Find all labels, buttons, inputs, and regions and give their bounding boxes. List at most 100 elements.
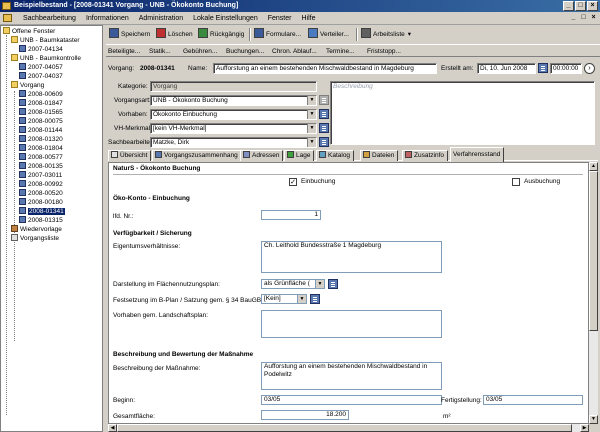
menu-informationen[interactable]: Informationen [81, 12, 134, 25]
buchungen-button[interactable]: Buchungen... [226, 46, 264, 57]
vorhaben-landschaftsplan-field[interactable] [261, 310, 442, 338]
vorgangsart-select[interactable]: UNB - Ökokonto Buchung ▼ [150, 95, 317, 106]
calendar-icon[interactable] [538, 63, 548, 73]
horizontal-scrollbar[interactable]: ◀ ▶ [108, 424, 589, 432]
tree-item[interactable]: 2008-00075 [19, 117, 63, 126]
darstellung-list-icon[interactable] [328, 279, 338, 289]
vh-merkmal-label: VH-Merkmal: [114, 125, 152, 132]
mdi-restore-button[interactable]: □ [579, 14, 588, 22]
hscroll-thumb[interactable] [117, 424, 572, 432]
beschreibung-field[interactable]: Beschreibung [330, 81, 595, 145]
tree-item[interactable]: 2008-01847 [19, 99, 63, 108]
tree-item[interactable]: 2008-01804 [19, 144, 63, 153]
panel-splitter[interactable] [103, 25, 106, 432]
tab-lage[interactable]: Lage [284, 150, 315, 161]
tab-vorgangszusammenhang[interactable]: Vorgangszusammenhang [152, 150, 242, 161]
minimize-button[interactable]: _ [563, 1, 574, 11]
tree-item[interactable]: UNB - Baumkataster [11, 36, 80, 45]
tree-item[interactable]: 2007-04134 [19, 45, 63, 54]
next-arrow-icon[interactable]: › [584, 63, 595, 74]
delete-button[interactable]: Löschen [156, 27, 193, 42]
eigentum-field[interactable]: Ch. Leithold Bundesstraße 1 Magdeburg [261, 241, 442, 273]
tree-item[interactable]: 2008-00577 [19, 153, 63, 162]
tree-item[interactable]: 2008-00520 [19, 189, 63, 198]
beteiligte-button[interactable]: Beteiligte... [108, 46, 140, 57]
tree-item[interactable]: UNB - Baumkontrolle [11, 54, 81, 63]
mdi-document-icon[interactable] [3, 14, 12, 22]
tab-verfahrensstand[interactable]: Verfahrensstand [450, 147, 505, 162]
document-icon [19, 162, 26, 169]
worklist-button[interactable]: Arbeitsliste ▾ [361, 27, 411, 42]
tree-item[interactable]: 2007-04057 [19, 63, 63, 72]
document-icon [19, 63, 26, 70]
tree-item-vorgangsliste[interactable]: Vorgangsliste [11, 234, 59, 243]
lfd-nr-field[interactable]: 1 [261, 210, 321, 220]
massnahme-field[interactable]: Aufforstung an einem bestehenden Mischwa… [261, 362, 442, 390]
tree-item[interactable]: 2008-00180 [19, 198, 63, 207]
tree-item[interactable]: 2007-03011 [19, 171, 62, 180]
scroll-up-icon[interactable]: ▲ [589, 162, 598, 171]
festsetzung-select[interactable]: [Kein] ▼ [261, 294, 307, 304]
vh-merkmal-select[interactable]: [kein VH-Merkmal] ▼ [150, 123, 317, 134]
created-time-field[interactable]: 00:00:00 [550, 63, 582, 74]
worklist-icon [361, 28, 371, 38]
fertigstellung-field[interactable]: 03/05 [483, 395, 583, 405]
document-icon [19, 216, 26, 223]
save-button[interactable]: Speichern [109, 27, 150, 42]
mdi-close-button[interactable]: × [589, 14, 598, 22]
gesamtflaeche-field[interactable]: 18.200 [261, 410, 349, 420]
tree-item[interactable]: 2007-04037 [19, 72, 63, 81]
tree-item[interactable]: 2008-00135 [19, 162, 63, 171]
sachbearbeiter-list-icon[interactable] [319, 137, 329, 147]
vertical-scrollbar[interactable]: ▲ ▼ [589, 162, 598, 424]
darstellung-select[interactable]: als Grünfläche (▼ [261, 279, 325, 289]
tree-item[interactable]: 2008-01144 [19, 126, 62, 135]
tree-item[interactable]: 2008-01315 [19, 216, 63, 225]
tree-item[interactable]: Vorgang [11, 81, 44, 90]
scroll-down-icon[interactable]: ▼ [589, 415, 598, 424]
tab-zusatzinfo[interactable]: Zusatzinfo [402, 150, 448, 161]
vorhaben-select[interactable]: Ökokonto Einbuchung ▼ [150, 109, 317, 120]
menu-hilfe[interactable]: Hilfe [296, 12, 320, 25]
menu-sachbearbeitung[interactable]: Sachbearbeitung [18, 12, 81, 25]
ausbuchung-checkbox[interactable] [512, 178, 520, 186]
tab-uebersicht[interactable]: Übersicht [108, 150, 152, 161]
termine-button[interactable]: Termine... [326, 46, 355, 57]
scroll-thumb[interactable] [589, 171, 598, 331]
menu-lokale-einstellungen[interactable]: Lokale Einstellungen [188, 12, 263, 25]
beginn-field[interactable]: 03/05 [261, 395, 442, 405]
vorhaben-list-icon[interactable] [319, 109, 329, 119]
tree-item[interactable]: 2008-00992 [19, 180, 63, 189]
name-field[interactable]: Aufforstung an einem bestehenden Mischwa… [213, 63, 437, 74]
menu-fenster[interactable]: Fenster [263, 12, 297, 25]
tab-adressen[interactable]: Adressen [240, 150, 284, 161]
tree-item-selected[interactable]: 2008-01341 [19, 207, 65, 216]
close-button[interactable]: × [587, 1, 598, 11]
friststopp-button[interactable]: Friststopp... [367, 46, 401, 57]
undo-button[interactable]: Rückgängig [198, 27, 244, 42]
festsetzung-list-icon[interactable] [310, 294, 320, 304]
tree-item[interactable]: 2008-01320 [19, 135, 63, 144]
tab-dateien[interactable]: Dateien [360, 150, 399, 161]
chevron-down-icon: ▼ [307, 124, 316, 133]
statik-button[interactable]: Statik... [149, 46, 171, 57]
tab-katalog[interactable]: Katalog [316, 150, 355, 161]
forms-button[interactable]: Formulare... [254, 27, 301, 42]
tree-item[interactable]: 2008-01565 [19, 108, 63, 117]
tree-item[interactable]: 2008-00609 [19, 90, 63, 99]
vh-merkmal-list-icon[interactable] [319, 123, 329, 133]
mdi-minimize-button[interactable]: _ [569, 14, 578, 22]
distributor-button[interactable]: Verteiler... [308, 27, 349, 42]
created-date-field[interactable]: Di, 10. Jun 2008 [477, 63, 536, 74]
scroll-right-icon[interactable]: ▶ [580, 424, 589, 432]
einbuchung-checkbox[interactable]: ✓ [289, 178, 297, 186]
scroll-left-icon[interactable]: ◀ [108, 424, 117, 432]
tree-item-offene-fenster[interactable]: Offene Fenster [3, 27, 55, 36]
maximize-button[interactable]: □ [575, 1, 586, 11]
menu-administration[interactable]: Administration [134, 12, 188, 25]
tree-item-wiedervorlage[interactable]: Wiedervorlage [11, 225, 62, 234]
chron-ablauf-button[interactable]: Chron. Ablauf... [272, 46, 317, 57]
gebuehren-button[interactable]: Gebühren... [183, 46, 217, 57]
dropdown-arrow-icon: ▾ [407, 31, 412, 38]
folder-icon [11, 36, 18, 43]
